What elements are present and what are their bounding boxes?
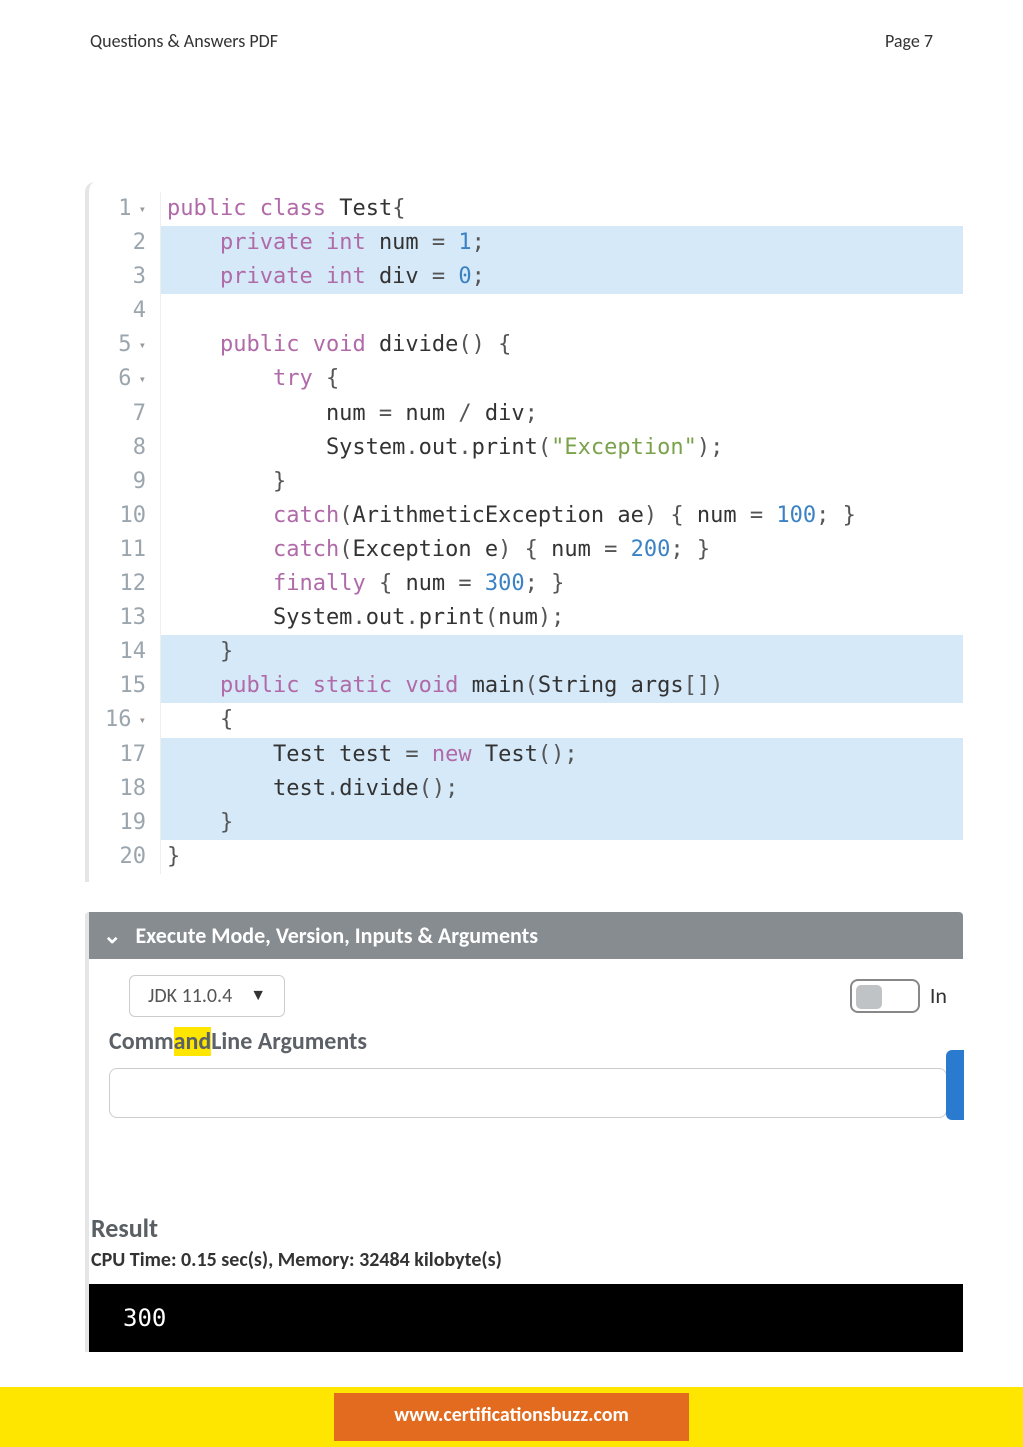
result-block: Result CPU Time: 0.15 sec(s), Memory: 32… [85, 1212, 963, 1352]
code-line[interactable]: 13 System.out.print(num); [89, 601, 963, 635]
commandline-input-wrap [85, 1062, 963, 1152]
line-number: 8 [89, 431, 161, 465]
code-source: test.divide(); [161, 772, 963, 806]
line-number: 6 [89, 362, 161, 396]
line-number: 19 [89, 806, 161, 840]
main-content: 1public class Test{2 private int num = 1… [0, 52, 1023, 1352]
line-number: 1 [89, 192, 161, 226]
chevron-down-icon: ▼ [250, 986, 266, 1005]
controls-row: JDK 11.0.4 ▼ In [85, 959, 963, 1021]
section-title: Execute Mode, Version, Inputs & Argument… [135, 922, 538, 949]
code-line[interactable]: 11 catch(Exception e) { num = 200; } [89, 533, 963, 567]
code-line[interactable]: 5 public void divide() { [89, 328, 963, 362]
code-source: public static void main(String args[]) [161, 669, 963, 703]
code-source: } [161, 465, 963, 499]
line-number: 10 [89, 499, 161, 533]
header-right: Page 7 [885, 30, 933, 52]
code-line[interactable]: 10 catch(ArithmeticException ae) { num =… [89, 499, 963, 533]
code-line[interactable]: 8 System.out.print("Exception"); [89, 431, 963, 465]
line-number: 14 [89, 635, 161, 669]
side-tab[interactable] [946, 1050, 964, 1120]
code-source: private int num = 1; [161, 226, 963, 260]
line-number: 11 [89, 533, 161, 567]
code-source [161, 294, 963, 328]
code-line[interactable]: 19 } [89, 806, 963, 840]
code-line[interactable]: 2 private int num = 1; [89, 226, 963, 260]
result-meta: CPU Time: 0.15 sec(s), Memory: 32484 kil… [89, 1244, 963, 1280]
line-number: 3 [89, 260, 161, 294]
code-source: System.out.print(num); [161, 601, 963, 635]
code-source: } [161, 840, 963, 874]
commandline-label: CommandLine Arguments [85, 1021, 963, 1062]
code-line[interactable]: 3 private int div = 0; [89, 260, 963, 294]
line-number: 15 [89, 669, 161, 703]
line-number: 2 [89, 226, 161, 260]
commandline-input[interactable] [109, 1068, 947, 1118]
code-source: num = num / div; [161, 397, 963, 431]
footer-url: www.certificationsbuzz.com [334, 1393, 689, 1441]
code-source: } [161, 635, 963, 669]
line-number: 4 [89, 294, 161, 328]
code-line[interactable]: 14 } [89, 635, 963, 669]
code-source: Test test = new Test(); [161, 738, 963, 772]
page-header: Questions & Answers PDF Page 7 [0, 0, 1023, 52]
line-number: 5 [89, 328, 161, 362]
cmd-label-pre: Comm [109, 1027, 174, 1056]
code-source: private int div = 0; [161, 260, 963, 294]
jdk-selected-label: JDK 11.0.4 [148, 984, 232, 1008]
code-line[interactable]: 15 public static void main(String args[]… [89, 669, 963, 703]
code-source: System.out.print("Exception"); [161, 431, 963, 465]
line-number: 18 [89, 772, 161, 806]
line-number: 7 [89, 397, 161, 431]
code-line[interactable]: 6 try { [89, 362, 963, 396]
line-number: 20 [89, 840, 161, 874]
footer: www.certificationsbuzz.com [0, 1387, 1023, 1447]
code-source: { [161, 703, 963, 737]
code-line[interactable]: 9 } [89, 465, 963, 499]
interactive-toggle-wrap: In [850, 979, 947, 1013]
cmd-label-post: Line Arguments [211, 1027, 367, 1056]
code-line[interactable]: 16 { [89, 703, 963, 737]
line-number: 12 [89, 567, 161, 601]
interactive-toggle-label: In [930, 982, 947, 1009]
jdk-version-select[interactable]: JDK 11.0.4 ▼ [129, 975, 285, 1017]
code-source: catch(ArithmeticException ae) { num = 10… [161, 499, 963, 533]
code-source: catch(Exception e) { num = 200; } [161, 533, 963, 567]
line-number: 17 [89, 738, 161, 772]
cmd-label-and: and [174, 1027, 212, 1056]
code-line[interactable]: 4 [89, 294, 963, 328]
code-line[interactable]: 17 Test test = new Test(); [89, 738, 963, 772]
code-source: public void divide() { [161, 328, 963, 362]
code-editor[interactable]: 1public class Test{2 private int num = 1… [85, 182, 963, 882]
code-source: finally { num = 300; } [161, 567, 963, 601]
interactive-toggle[interactable] [850, 979, 920, 1013]
code-source: try { [161, 362, 963, 396]
header-left: Questions & Answers PDF [90, 30, 278, 52]
code-source: } [161, 806, 963, 840]
line-number: 13 [89, 601, 161, 635]
console-line: 300 [123, 1304, 166, 1332]
code-line[interactable]: 1public class Test{ [89, 192, 963, 226]
code-line[interactable]: 20} [89, 840, 963, 874]
result-title: Result [89, 1212, 963, 1244]
chevron-down-icon: ⌄ [103, 922, 121, 949]
execute-mode-section-header[interactable]: ⌄ Execute Mode, Version, Inputs & Argume… [85, 912, 963, 959]
code-line[interactable]: 7 num = num / div; [89, 397, 963, 431]
line-number: 9 [89, 465, 161, 499]
code-line[interactable]: 12 finally { num = 300; } [89, 567, 963, 601]
code-source: public class Test{ [161, 192, 963, 226]
line-number: 16 [89, 703, 161, 737]
console-output: 300 [89, 1284, 963, 1352]
code-line[interactable]: 18 test.divide(); [89, 772, 963, 806]
